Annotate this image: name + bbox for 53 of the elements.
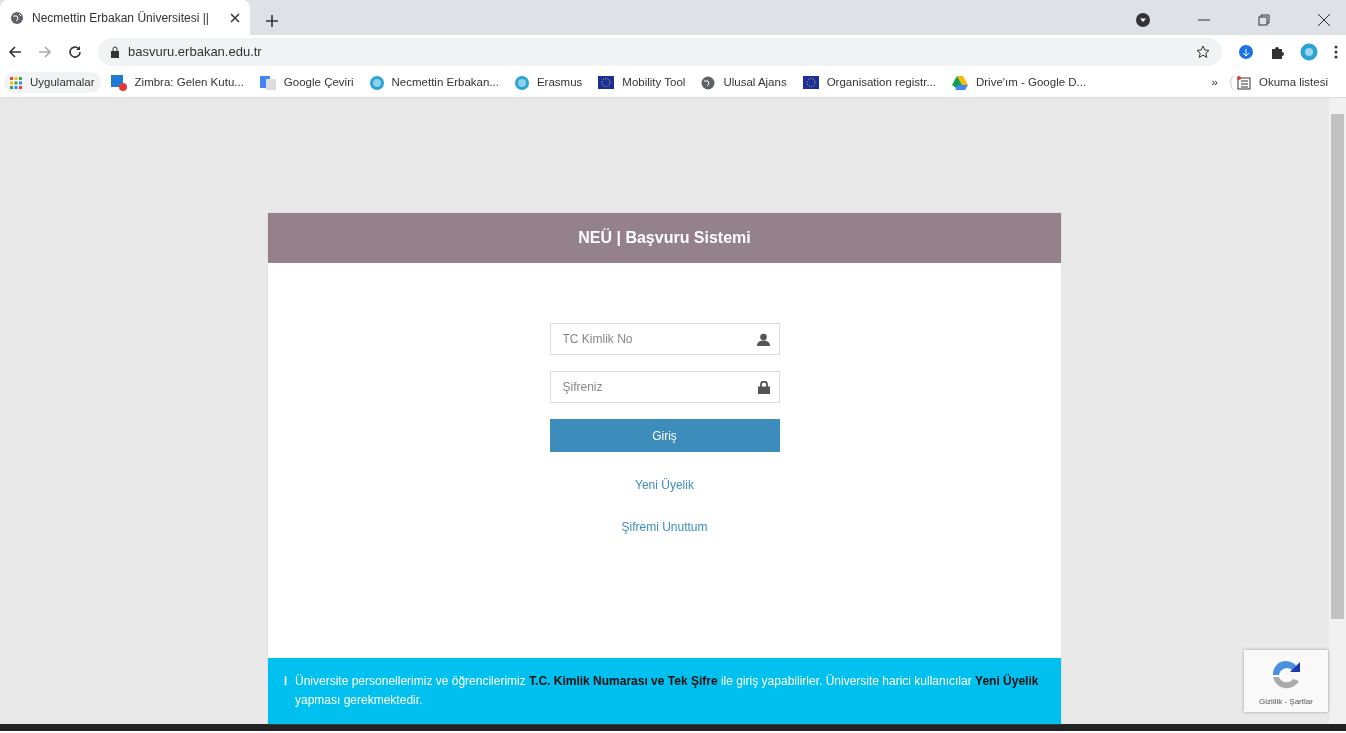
info-text: Üniversite personellerimiz ve öğrencilerimiz T.C. Kimlik Numarası ve Tek Şifre ile giriş yapabilirler. Üniversite harici kullanıcılar Yeni Üyelik yapması gerekmektedir. xyxy=(295,672,1040,709)
lock-icon xyxy=(757,381,770,394)
flag-icon xyxy=(598,76,615,89)
lock-icon xyxy=(110,45,120,58)
user-icon xyxy=(756,333,770,346)
seal-icon xyxy=(369,75,384,90)
globe-download-icon[interactable] xyxy=(1238,43,1254,60)
text-link[interactable]: Yeni Üyelik xyxy=(635,476,694,494)
close-icon[interactable] xyxy=(230,12,240,23)
info-icon: ℹ xyxy=(284,671,287,710)
menu-icon[interactable] xyxy=(1334,44,1338,59)
new-tab-icon[interactable] xyxy=(266,15,278,27)
url-text: basvuru.erbakan.edu.tr xyxy=(128,42,262,61)
reload-icon[interactable] xyxy=(68,44,82,59)
flag-icon xyxy=(802,76,819,89)
card-title: NEÜ | Başvuru Sistemi xyxy=(268,213,1061,263)
bookmark-item[interactable]: Mobility Tool xyxy=(592,71,692,94)
back-arrow-icon[interactable] xyxy=(8,44,22,59)
scrollbar[interactable] xyxy=(1329,98,1346,724)
translate-icon xyxy=(259,75,276,90)
bookmark-item[interactable]: Ulusal Ajans xyxy=(695,71,793,94)
tab-title: Necmettin Erbakan Üniversitesi || xyxy=(32,9,210,27)
reading-list-button[interactable]: Okuma listesi xyxy=(1229,71,1334,94)
bookmark-item[interactable]: Google Çeviri xyxy=(253,71,360,94)
address-bar[interactable]: basvuru.erbakan.edu.tr xyxy=(98,37,1222,66)
globe-icon xyxy=(10,10,24,25)
id-input-field[interactable]: TC Kimlik No xyxy=(549,323,780,355)
profile-avatar-icon[interactable] xyxy=(1300,42,1318,61)
password-input-field[interactable]: Şifreniz xyxy=(549,371,780,403)
puzzle-icon[interactable] xyxy=(1270,44,1284,59)
bookmark-item[interactable]: Zimbra: Gelen Kutu... xyxy=(104,71,250,94)
seal-icon xyxy=(514,75,529,90)
apps-grid-icon xyxy=(10,76,22,89)
bookmark-item[interactable]: Drive'ım - Google D... xyxy=(946,71,1093,94)
recaptcha-links[interactable]: Gizlilik - Şartlar xyxy=(1259,696,1313,708)
bookmark-item[interactable]: Organisation registr... xyxy=(796,71,942,94)
star-icon[interactable] xyxy=(1196,44,1210,59)
scrollbar-thumb[interactable] xyxy=(1331,114,1344,619)
restore-icon[interactable] xyxy=(1258,14,1270,26)
mail-logo-icon xyxy=(110,74,127,91)
reading-list-icon xyxy=(1236,75,1251,90)
bookmark-item[interactable]: Uygulamalar xyxy=(4,71,101,94)
drive-logo-icon xyxy=(952,75,968,90)
bookmark-item[interactable]: Erasmus xyxy=(508,71,589,94)
tab-search-icon[interactable] xyxy=(1136,13,1150,27)
browser-tab[interactable]: Necmettin Erbakan Üniversitesi || xyxy=(0,0,250,35)
login-button[interactable]: Giriş xyxy=(549,419,780,452)
bookmark-item[interactable]: Necmettin Erbakan... xyxy=(363,71,505,94)
close-icon[interactable] xyxy=(1318,14,1330,26)
globe-icon xyxy=(701,75,716,90)
more-bookmarks-button[interactable]: » xyxy=(1203,73,1226,92)
text-link[interactable]: Şifremi Unuttum xyxy=(621,518,708,536)
recaptcha-badge[interactable]: Gizlilik - Şartlar xyxy=(1244,650,1328,712)
